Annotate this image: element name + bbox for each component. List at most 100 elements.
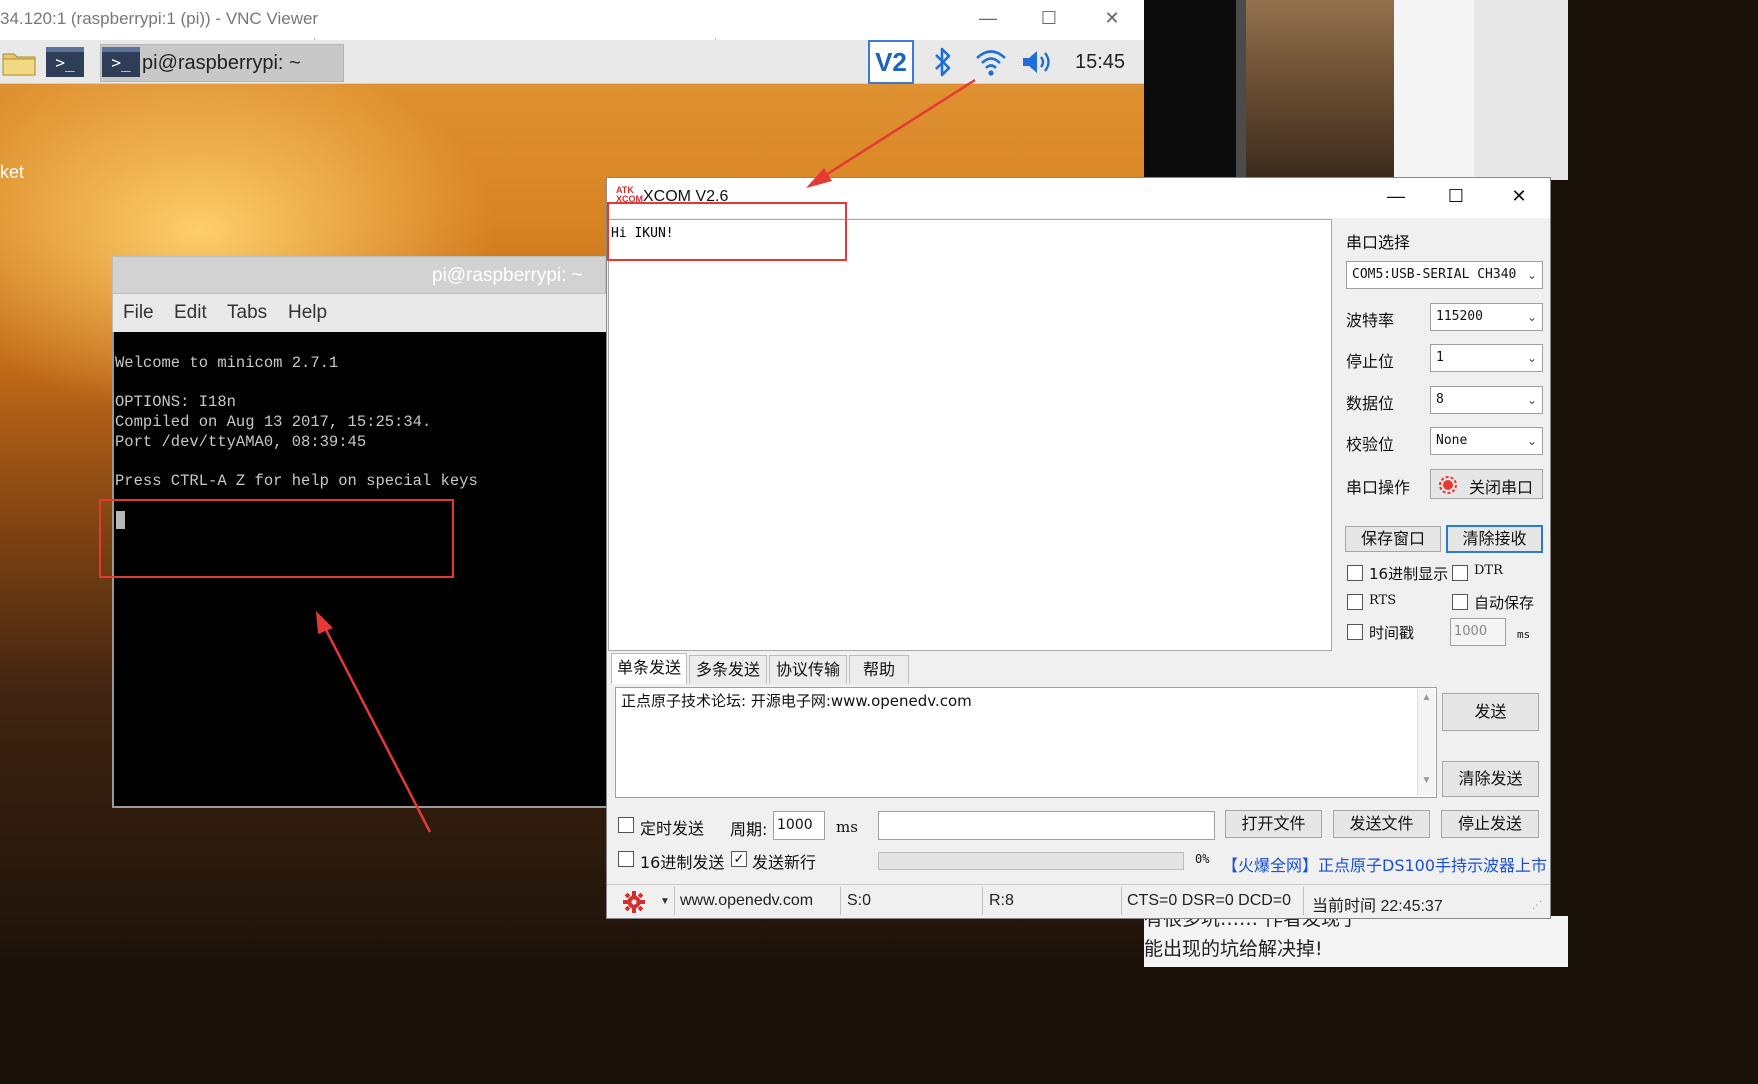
status-recv-count: R:8: [989, 892, 1014, 909]
tab-multi-send[interactable]: 多条发送: [689, 655, 767, 684]
rts-checkbox[interactable]: [1347, 594, 1363, 610]
stop-send-button[interactable]: 停止发送: [1441, 810, 1539, 838]
wifi-icon[interactable]: [974, 46, 1008, 78]
background-doc-line: 能出现的坑给解决掉!: [1144, 938, 1323, 960]
clear-send-button[interactable]: 清除发送: [1442, 761, 1539, 797]
period-unit: ms: [836, 818, 858, 836]
hex-display-checkbox[interactable]: [1347, 565, 1363, 581]
port-op-label: 串口操作: [1346, 478, 1411, 497]
folder-icon[interactable]: [2, 50, 36, 76]
baud-select[interactable]: 115200 ⌄: [1430, 303, 1543, 331]
clock[interactable]: 15:45: [1075, 51, 1125, 74]
ad-link[interactable]: 【火爆全网】正点原子DS100手持示波器上市: [1222, 852, 1547, 876]
status-line-signals: CTS=0 DSR=0 DCD=0: [1127, 892, 1292, 909]
terminal-line: Compiled on Aug 13 2017, 15:25:34.: [115, 413, 432, 431]
vnc-window-title: 34.120:1 (raspberrypi:1 (pi)) - VNC View…: [0, 9, 319, 28]
stop-bits-select[interactable]: 1 ⌄: [1430, 344, 1543, 372]
resize-grip-icon[interactable]: ⋰: [1532, 900, 1542, 911]
hex-display-label: 16进制显示: [1369, 565, 1449, 583]
port-select-label: 串口选择: [1346, 233, 1411, 252]
send-progress-bar: [878, 852, 1184, 870]
terminal-title: pi@raspberrypi: ~: [432, 265, 583, 286]
volume-icon[interactable]: [1020, 48, 1056, 76]
receive-area[interactable]: [608, 219, 1332, 651]
background-panel: [1394, 0, 1474, 180]
terminal-launcher-icon[interactable]: >_: [46, 47, 84, 77]
chevron-down-icon: ⌄: [1526, 310, 1537, 324]
chevron-down-icon: ⌄: [1526, 434, 1537, 448]
desktop-icon-label[interactable]: ket: [0, 162, 24, 183]
settings-gear-icon[interactable]: [622, 890, 646, 914]
data-bits-value: 8: [1436, 392, 1444, 407]
terminal-line: Press CTRL-A Z for help on special keys: [115, 472, 478, 490]
annotation-box-terminal: [99, 499, 454, 578]
menu-file[interactable]: File: [123, 302, 154, 324]
port-status-icon: [1439, 476, 1457, 494]
open-file-button[interactable]: 打开文件: [1225, 810, 1322, 838]
hex-send-label: 16进制发送: [640, 853, 725, 872]
xcom-maximize-button[interactable]: ☐: [1441, 186, 1471, 207]
stop-bits-value: 1: [1436, 350, 1444, 365]
status-separator: [1121, 887, 1122, 915]
parity-value: None: [1436, 433, 1468, 448]
file-path-input[interactable]: [878, 811, 1215, 840]
send-newline-checkbox[interactable]: ✓: [731, 851, 747, 867]
hex-send-checkbox[interactable]: [618, 851, 634, 867]
timestamp-label: 时间戳: [1369, 624, 1415, 642]
terminal-line: OPTIONS: I18n: [115, 393, 236, 411]
terminal-line: Welcome to minicom 2.7.1: [115, 354, 339, 372]
status-sent-count: S:0: [847, 892, 872, 909]
tab-help[interactable]: 帮助: [849, 655, 909, 684]
menu-tabs[interactable]: Tabs: [227, 302, 267, 324]
dtr-label: DTR: [1474, 563, 1503, 578]
status-separator: [1303, 887, 1304, 915]
clear-receive-button[interactable]: 清除接收: [1446, 525, 1543, 553]
port-select[interactable]: COM5:USB-SERIAL CH340 ⌄: [1346, 261, 1543, 289]
settings-dropdown-icon[interactable]: ▼: [660, 896, 670, 907]
status-separator: [674, 887, 675, 915]
chevron-down-icon: ⌄: [1526, 393, 1537, 407]
baud-label: 波特率: [1346, 311, 1395, 330]
parity-select[interactable]: None ⌄: [1430, 427, 1543, 455]
chevron-down-icon: ⌄: [1526, 351, 1537, 365]
timed-send-checkbox[interactable]: [618, 817, 634, 833]
rts-label: RTS: [1369, 593, 1397, 608]
tab-single-send[interactable]: 单条发送: [611, 653, 687, 684]
status-current-time: 当前时间 22:45:37: [1312, 898, 1443, 915]
annotation-box-received: [607, 202, 847, 261]
terminal-icon: >_: [102, 47, 140, 77]
close-port-button[interactable]: 关闭串口: [1430, 469, 1543, 499]
send-scrollbar[interactable]: ▲ ▼: [1417, 689, 1435, 796]
menu-help[interactable]: Help: [288, 302, 327, 324]
send-button[interactable]: 发送: [1442, 693, 1539, 731]
auto-save-checkbox[interactable]: [1452, 594, 1468, 610]
scroll-up-icon[interactable]: ▲: [1418, 692, 1435, 703]
save-window-button[interactable]: 保存窗口: [1345, 526, 1441, 552]
bluetooth-icon[interactable]: [931, 46, 955, 78]
dtr-checkbox[interactable]: [1452, 565, 1468, 581]
chevron-down-icon: ⌄: [1526, 268, 1537, 282]
vnc-maximize-button[interactable]: ☐: [1034, 8, 1064, 29]
vnc-minimize-button[interactable]: —: [973, 8, 1003, 29]
menu-edit[interactable]: Edit: [174, 302, 207, 324]
status-url[interactable]: www.openedv.com: [680, 892, 813, 910]
period-input[interactable]: 1000: [773, 811, 825, 840]
vnc-server-icon[interactable]: V2: [868, 40, 914, 84]
timestamp-unit: ms: [1517, 628, 1531, 641]
xcom-minimize-button[interactable]: —: [1381, 186, 1411, 207]
xcom-close-button[interactable]: ✕: [1504, 186, 1534, 207]
background-panel: [1474, 0, 1568, 180]
status-separator: [982, 887, 983, 915]
close-port-label: 关闭串口: [1469, 478, 1534, 497]
vnc-close-button[interactable]: ✕: [1097, 8, 1127, 29]
data-bits-select[interactable]: 8 ⌄: [1430, 386, 1543, 414]
scroll-down-icon[interactable]: ▼: [1418, 775, 1435, 786]
timestamp-checkbox[interactable]: [1347, 624, 1363, 640]
timed-send-label: 定时发送: [640, 819, 705, 838]
tab-protocol[interactable]: 协议传输: [769, 655, 847, 684]
background-photo: [1246, 0, 1394, 180]
timestamp-input[interactable]: 1000: [1450, 618, 1506, 646]
parity-label: 校验位: [1346, 435, 1395, 454]
port-select-value: COM5:USB-SERIAL CH340: [1352, 267, 1517, 282]
send-file-button[interactable]: 发送文件: [1333, 810, 1430, 838]
